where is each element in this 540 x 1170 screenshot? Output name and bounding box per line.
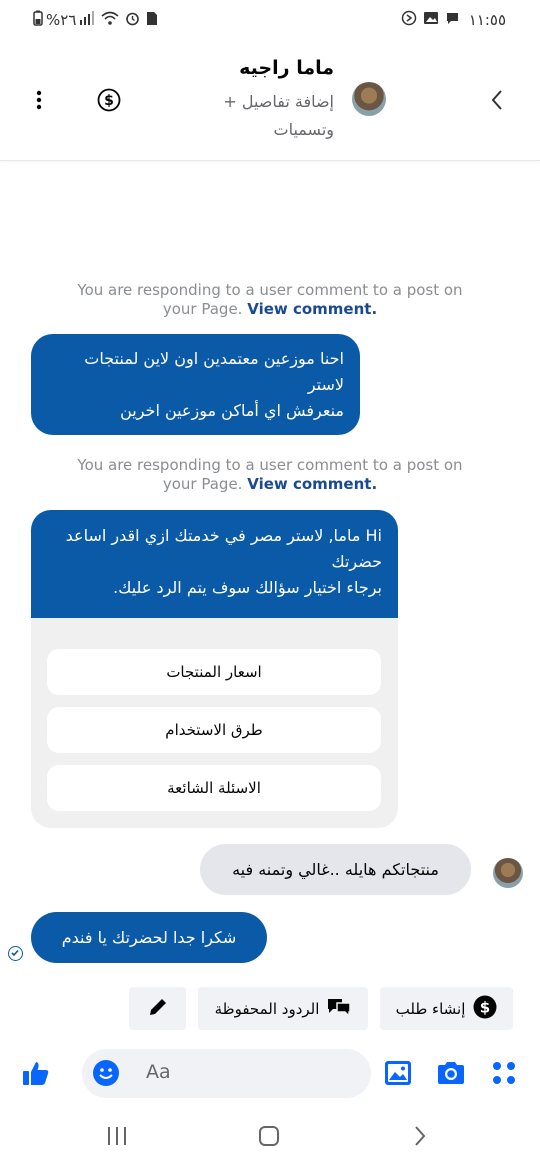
- add-details-link[interactable]: + إضافة تفاصيل وتسميات: [204, 88, 334, 144]
- emoji-icon[interactable]: [92, 1059, 120, 1091]
- back-nav-icon[interactable]: [412, 1125, 428, 1153]
- sent-check-icon: [8, 946, 23, 961]
- back-icon[interactable]: [490, 88, 504, 116]
- quick-reply-usage-button[interactable]: طرق الاستخدام: [47, 707, 381, 753]
- payment-icon[interactable]: $: [97, 88, 121, 116]
- outgoing-message[interactable]: شكرا جدا لحضرتك يا فندم: [31, 912, 267, 963]
- sim-icon: [146, 11, 158, 30]
- dnd-icon: [401, 10, 417, 30]
- battery-percent: %٢٦: [46, 11, 77, 29]
- clock: ١١:٥٥: [468, 11, 506, 29]
- saved-replies-button[interactable]: الردود المحفوظة: [198, 987, 368, 1030]
- comment-context-notice: You are responding to a user comment to …: [77, 456, 463, 493]
- message-input[interactable]: [82, 1049, 371, 1098]
- view-comment-link[interactable]: View comment.: [247, 300, 377, 318]
- quick-reply-prices-button[interactable]: اسعار المنتجات: [47, 649, 381, 695]
- quick-reply-card: Hi ماما, لاستر مصر في خدمتك ازي اقدر اسا…: [31, 510, 398, 828]
- contact-avatar[interactable]: [352, 82, 386, 116]
- contact-name[interactable]: ماما راجيه: [239, 57, 334, 79]
- message-placeholder: Aa: [146, 1061, 171, 1083]
- saved-replies-label: الردود المحفوظة: [214, 999, 320, 1018]
- comment-context-notice: You are responding to a user comment to …: [77, 281, 463, 318]
- create-order-button[interactable]: $ إنشاء طلب: [380, 987, 513, 1030]
- more-apps-icon[interactable]: [492, 1061, 516, 1089]
- wifi-icon: [101, 11, 119, 29]
- more-options-icon[interactable]: [36, 90, 42, 114]
- view-comment-link[interactable]: View comment.: [247, 475, 377, 493]
- pencil-icon: [147, 996, 169, 1022]
- svg-text:$: $: [104, 93, 114, 109]
- sender-avatar: [493, 858, 523, 888]
- outgoing-message[interactable]: احنا موزعين معتمدين اون لاين لمنتجات لاس…: [31, 334, 360, 435]
- alarm-icon: [125, 11, 140, 30]
- recent-apps-icon[interactable]: [106, 1125, 128, 1153]
- chat-icon: [445, 11, 460, 30]
- battery-icon: [33, 10, 43, 30]
- create-order-label: إنشاء طلب: [395, 999, 466, 1018]
- home-icon[interactable]: [258, 1125, 280, 1153]
- camera-icon[interactable]: [436, 1060, 466, 1090]
- gallery-icon[interactable]: [384, 1060, 412, 1090]
- quick-reply-faq-button[interactable]: الاسئلة الشائعة: [47, 765, 381, 811]
- card-message: Hi ماما, لاستر مصر في خدمتك ازي اقدر اسا…: [31, 510, 398, 618]
- status-bar-right: ١١:٥٥: [398, 10, 506, 30]
- signal-icon: [79, 11, 95, 29]
- image-icon: [423, 11, 439, 29]
- status-bar-left: %٢٦: [30, 10, 161, 30]
- saved-replies-icon: [327, 997, 352, 1021]
- incoming-message[interactable]: منتجاتكم هايله ..غالي وتمنه فيه: [200, 844, 471, 895]
- like-icon[interactable]: [22, 1059, 50, 1091]
- edit-button[interactable]: [129, 987, 186, 1030]
- svg-text:$: $: [480, 998, 490, 1016]
- dollar-icon: $: [473, 995, 497, 1023]
